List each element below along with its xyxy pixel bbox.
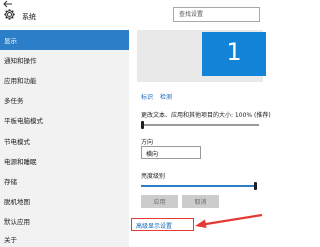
settings-window: 系统 显示 通知和操作 应用和功能 多任务 平板电脑模式 节电模式 电源和睡眠 … [0,0,271,247]
apply-button[interactable]: 应用 [141,195,178,208]
sidebar-item-about[interactable]: 关于 [0,229,129,247]
sidebar-item-tablet-mode[interactable]: 平板电脑模式 [0,110,129,130]
sidebar-item-label: 脱机地图 [4,198,30,206]
sidebar-item-display[interactable]: 显示 [0,30,129,50]
title-bar: 系统 [0,0,263,30]
sidebar-item-apps[interactable]: 应用和功能 [0,70,129,90]
sidebar-item-power-sleep[interactable]: 电源和睡眠 [0,151,129,171]
sidebar-item-default-apps[interactable]: 默认应用 [0,211,129,231]
sidebar-item-offline-maps[interactable]: 脱机地图 [0,191,129,211]
sidebar-item-label: 电源和睡眠 [4,158,37,166]
slider-track [141,124,259,126]
monitor-tile[interactable]: 1 [202,32,266,76]
scale-label: 更改文本、应用和其他项目的大小: 100% (推荐) [141,112,271,119]
advanced-display-settings-link[interactable]: 高级显示设置 [136,221,172,230]
slider-fill [141,185,254,187]
sidebar-item-label: 多任务 [4,97,24,105]
scale-slider[interactable] [141,121,259,129]
sidebar-item-label: 存储 [4,178,17,186]
gear-icon [4,9,15,20]
identify-link[interactable]: 标识 [141,92,153,101]
sidebar-item-storage[interactable]: 存储 [0,171,129,191]
sidebar-item-label: 应用和功能 [4,77,37,85]
brightness-label: 亮度级别 [141,173,166,180]
sidebar-item-battery-saver[interactable]: 节电模式 [0,131,129,151]
back-arrow-icon[interactable] [3,0,13,8]
red-arrow-annotation [195,214,263,228]
orientation-label: 方向 [141,139,154,146]
slider-thumb[interactable] [254,182,257,190]
search-input[interactable] [174,8,259,21]
sidebar-item-multitasking[interactable]: 多任务 [0,90,129,110]
app-title: 系统 [22,13,36,21]
slider-thumb[interactable] [141,121,144,129]
sidebar-item-label: 节电模式 [4,138,30,146]
monitor-number: 1 [226,38,242,66]
orientation-select[interactable]: 横向 [141,146,201,159]
orientation-value: 横向 [146,151,159,158]
sidebar-item-label: 通知和操作 [4,57,37,65]
sidebar-item-notifications[interactable]: 通知和操作 [0,50,129,70]
search-box[interactable] [173,7,260,22]
sidebar: 显示 通知和操作 应用和功能 多任务 平板电脑模式 节电模式 电源和睡眠 存储 … [0,30,129,247]
sidebar-item-label: 显示 [4,37,17,45]
sidebar-item-label: 平板电脑模式 [4,117,43,125]
sidebar-item-label: 默认应用 [4,218,30,226]
brightness-slider[interactable] [141,182,257,190]
detect-link[interactable]: 检测 [160,92,172,101]
monitor-arrangement: 1 [137,30,266,82]
cancel-button[interactable]: 取消 [182,195,219,208]
sidebar-item-label: 关于 [4,236,17,244]
